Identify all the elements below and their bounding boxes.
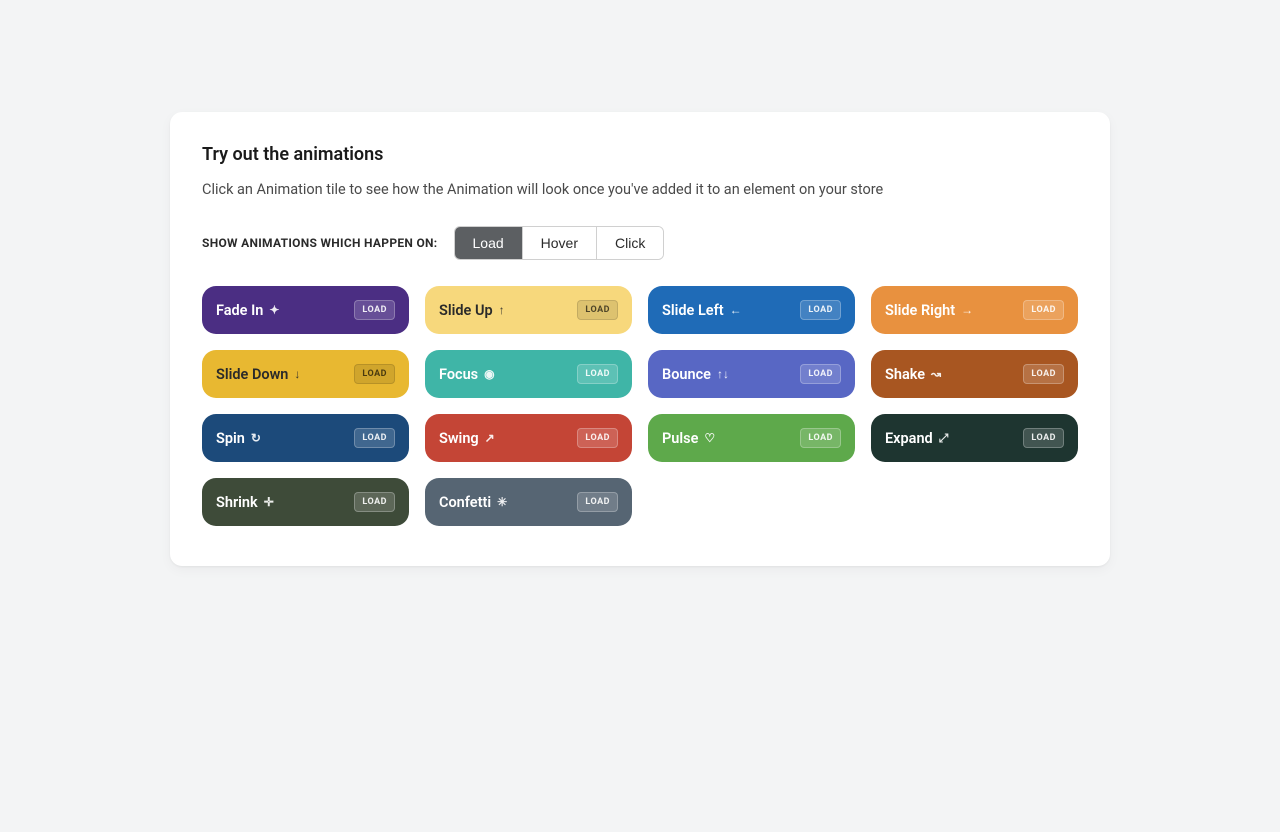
- slide-left-icon: ←: [730, 303, 742, 317]
- pulse-icon: ♡: [704, 431, 715, 445]
- tile-name-text: Swing: [439, 430, 479, 447]
- animation-tile-confetti[interactable]: Confetti ✳ LOAD: [425, 478, 632, 526]
- trigger-badge: LOAD: [354, 364, 395, 384]
- tile-name: Focus ◉: [439, 366, 495, 383]
- shake-icon: ↝: [931, 367, 941, 381]
- spin-icon: ↻: [251, 431, 261, 445]
- shrink-icon: ✛: [264, 495, 274, 509]
- trigger-badge: LOAD: [354, 492, 395, 512]
- trigger-badge: LOAD: [800, 300, 841, 320]
- tile-name: Slide Down ↓: [216, 366, 300, 383]
- animation-tile-slide-right[interactable]: Slide Right → LOAD: [871, 286, 1078, 334]
- confetti-icon: ✳: [497, 495, 507, 509]
- trigger-badge: LOAD: [1023, 300, 1064, 320]
- tile-name-text: Focus: [439, 366, 478, 383]
- animation-tile-slide-down[interactable]: Slide Down ↓ LOAD: [202, 350, 409, 398]
- expand-icon: ⤢: [939, 431, 949, 446]
- trigger-badge: LOAD: [577, 364, 618, 384]
- tile-name: Pulse ♡: [662, 430, 715, 447]
- animation-tile-shrink[interactable]: Shrink ✛ LOAD: [202, 478, 409, 526]
- tile-name: Shake ↝: [885, 366, 941, 383]
- tile-name: Fade In ✦: [216, 302, 279, 319]
- fade-in-icon: ✦: [269, 303, 279, 317]
- tile-name-text: Slide Down: [216, 366, 288, 383]
- tile-name-text: Shrink: [216, 494, 258, 511]
- tile-name: Confetti ✳: [439, 494, 507, 511]
- tile-name: Expand ⤢: [885, 430, 948, 447]
- tile-name: Swing ↗: [439, 430, 495, 447]
- filter-option-load[interactable]: Load: [455, 227, 523, 259]
- card-description: Click an Animation tile to see how the A…: [202, 181, 1078, 198]
- card-title: Try out the animations: [202, 144, 1078, 165]
- animations-card: Try out the animations Click an Animatio…: [170, 112, 1110, 566]
- tile-name-text: Fade In: [216, 302, 263, 319]
- animation-tile-swing[interactable]: Swing ↗ LOAD: [425, 414, 632, 462]
- tile-name-text: Shake: [885, 366, 925, 383]
- tile-name-text: Pulse: [662, 430, 698, 447]
- animation-grid: Fade In ✦ LOAD Slide Up ↑ LOAD Slide Left ← LOAD…: [202, 286, 1078, 526]
- tile-name: Spin ↻: [216, 430, 261, 447]
- trigger-badge: LOAD: [354, 300, 395, 320]
- animation-tile-expand[interactable]: Expand ⤢ LOAD: [871, 414, 1078, 462]
- trigger-badge: LOAD: [577, 428, 618, 448]
- focus-icon: ◉: [484, 367, 494, 381]
- animation-tile-bounce[interactable]: Bounce ↑↓ LOAD: [648, 350, 855, 398]
- swing-icon: ↗: [485, 431, 495, 445]
- animation-tile-fade-in[interactable]: Fade In ✦ LOAD: [202, 286, 409, 334]
- tile-name: Slide Left ←: [662, 302, 742, 319]
- animation-tile-shake[interactable]: Shake ↝ LOAD: [871, 350, 1078, 398]
- trigger-badge: LOAD: [354, 428, 395, 448]
- tile-name: Slide Right →: [885, 302, 973, 319]
- tile-name-text: Slide Left: [662, 302, 724, 319]
- animation-tile-focus[interactable]: Focus ◉ LOAD: [425, 350, 632, 398]
- trigger-badge: LOAD: [800, 364, 841, 384]
- filter-option-click[interactable]: Click: [597, 227, 663, 259]
- filter-row: SHOW ANIMATIONS WHICH HAPPEN ON: LoadHov…: [202, 226, 1078, 260]
- trigger-badge: LOAD: [1023, 364, 1064, 384]
- filter-label: SHOW ANIMATIONS WHICH HAPPEN ON:: [202, 236, 438, 250]
- slide-right-icon: →: [961, 303, 973, 317]
- tile-name-text: Slide Up: [439, 302, 493, 319]
- animation-tile-slide-left[interactable]: Slide Left ← LOAD: [648, 286, 855, 334]
- tile-name: Bounce ↑↓: [662, 366, 729, 383]
- tile-name-text: Spin: [216, 430, 245, 447]
- tile-name: Slide Up ↑: [439, 302, 505, 319]
- tile-name-text: Bounce: [662, 366, 711, 383]
- slide-down-icon: ↓: [294, 367, 300, 381]
- filter-option-hover[interactable]: Hover: [523, 227, 597, 259]
- animation-tile-spin[interactable]: Spin ↻ LOAD: [202, 414, 409, 462]
- bounce-icon: ↑↓: [717, 367, 729, 381]
- trigger-badge: LOAD: [577, 300, 618, 320]
- slide-up-icon: ↑: [499, 303, 505, 317]
- animation-tile-slide-up[interactable]: Slide Up ↑ LOAD: [425, 286, 632, 334]
- trigger-badge: LOAD: [1023, 428, 1064, 448]
- tile-name-text: Slide Right: [885, 302, 955, 319]
- tile-name-text: Expand: [885, 430, 933, 447]
- segmented-control: LoadHoverClick: [454, 226, 665, 260]
- tile-name-text: Confetti: [439, 494, 491, 511]
- trigger-badge: LOAD: [577, 492, 618, 512]
- tile-name: Shrink ✛: [216, 494, 274, 511]
- trigger-badge: LOAD: [800, 428, 841, 448]
- animation-tile-pulse[interactable]: Pulse ♡ LOAD: [648, 414, 855, 462]
